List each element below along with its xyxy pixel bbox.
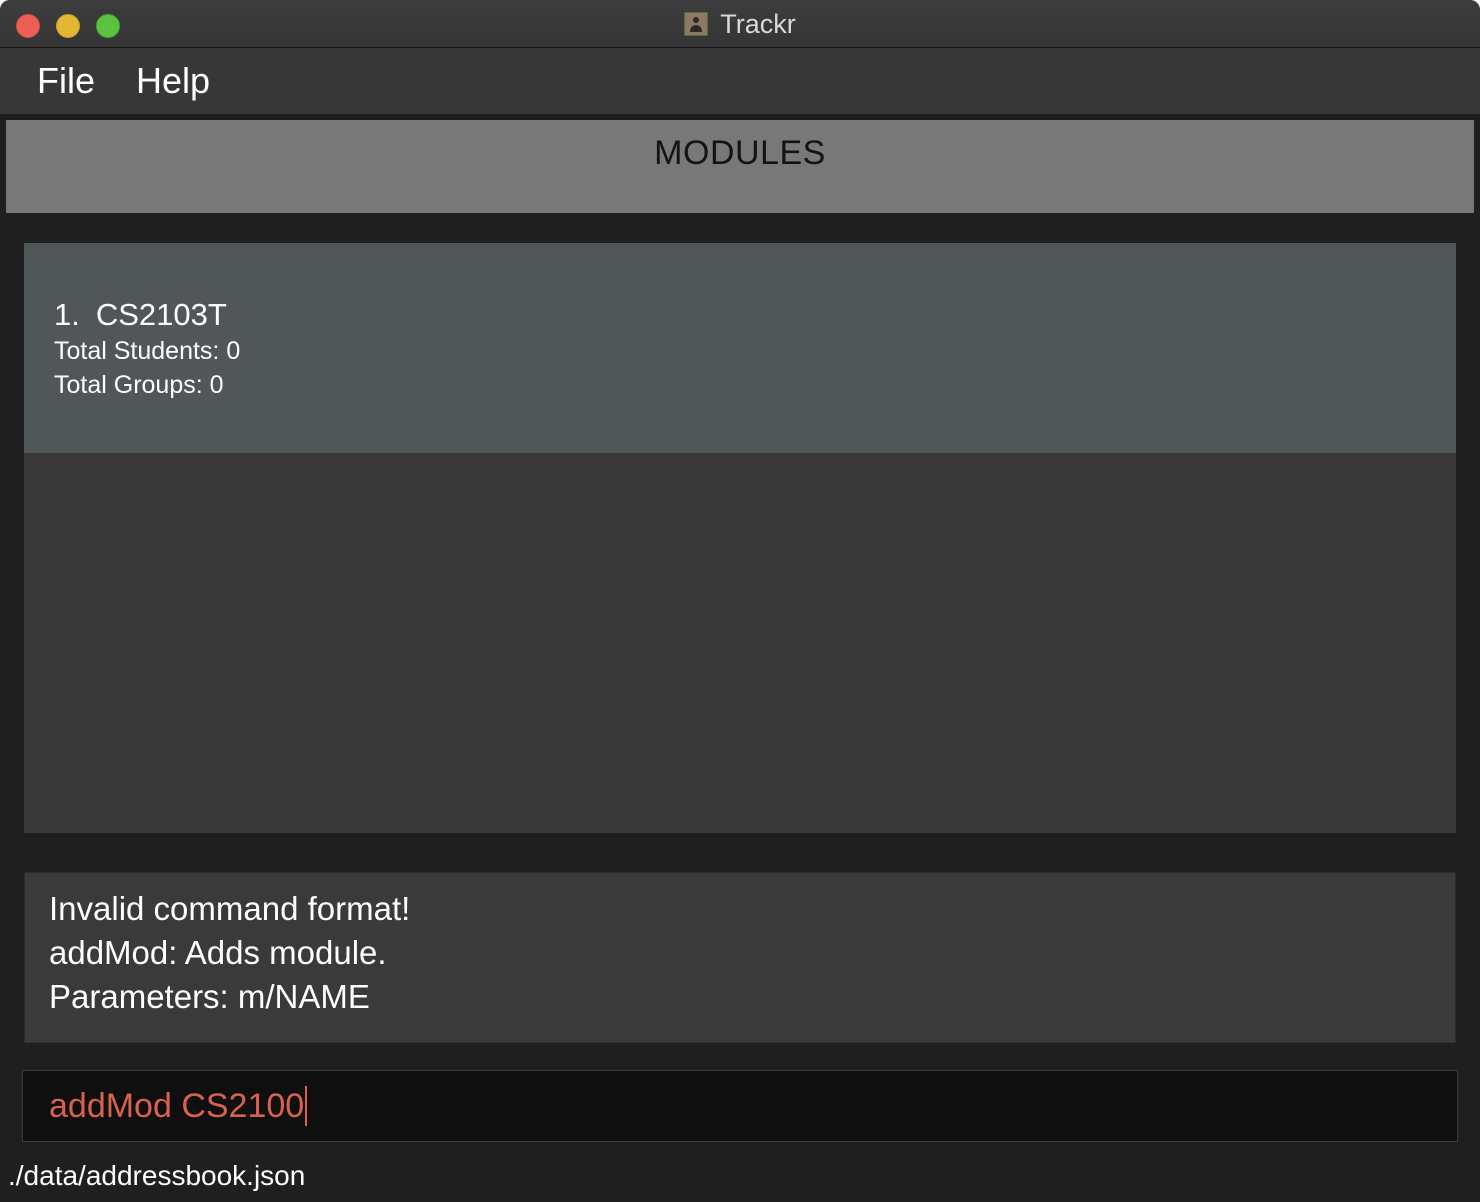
title-container: Trackr	[0, 0, 1480, 48]
text-caret	[305, 1086, 308, 1126]
menu-file[interactable]: File	[37, 60, 95, 102]
command-input-text[interactable]: addMod CS2100	[49, 1087, 304, 1126]
status-bar-file-path: ./data/addressbook.json	[8, 1160, 306, 1191]
command-input[interactable]: addMod CS2100	[22, 1070, 1458, 1142]
result-line-usage: addMod: Adds module.	[49, 934, 387, 971]
module-total-students: Total Students: 0	[54, 337, 241, 365]
module-list[interactable]: 1. CS2103T Total Students: 0 Total Groups…	[24, 243, 1456, 833]
result-line-error: Invalid command format!	[49, 890, 411, 927]
module-name-line: 1. CS2103T	[54, 297, 227, 333]
module-index: 1.	[54, 297, 80, 332]
result-display[interactable]: Invalid command format! addMod: Adds mod…	[24, 872, 1456, 1043]
app-window: Trackr File Help MODULES 1. CS2103T Total…	[0, 0, 1480, 1202]
modules-header: MODULES	[6, 120, 1474, 213]
menu-help[interactable]: Help	[136, 60, 210, 102]
title-bar[interactable]: Trackr	[0, 0, 1480, 48]
result-line-parameters: Parameters: m/NAME	[49, 978, 370, 1015]
window-title: Trackr	[720, 8, 796, 39]
module-total-groups: Total Groups: 0	[54, 371, 224, 399]
module-code: CS2103T	[95, 297, 227, 332]
menu-bar: File Help	[0, 48, 1480, 114]
app-person-icon	[684, 12, 709, 36]
module-card[interactable]: 1. CS2103T Total Students: 0 Total Groups…	[24, 243, 1456, 453]
modules-title: MODULES	[654, 134, 826, 172]
